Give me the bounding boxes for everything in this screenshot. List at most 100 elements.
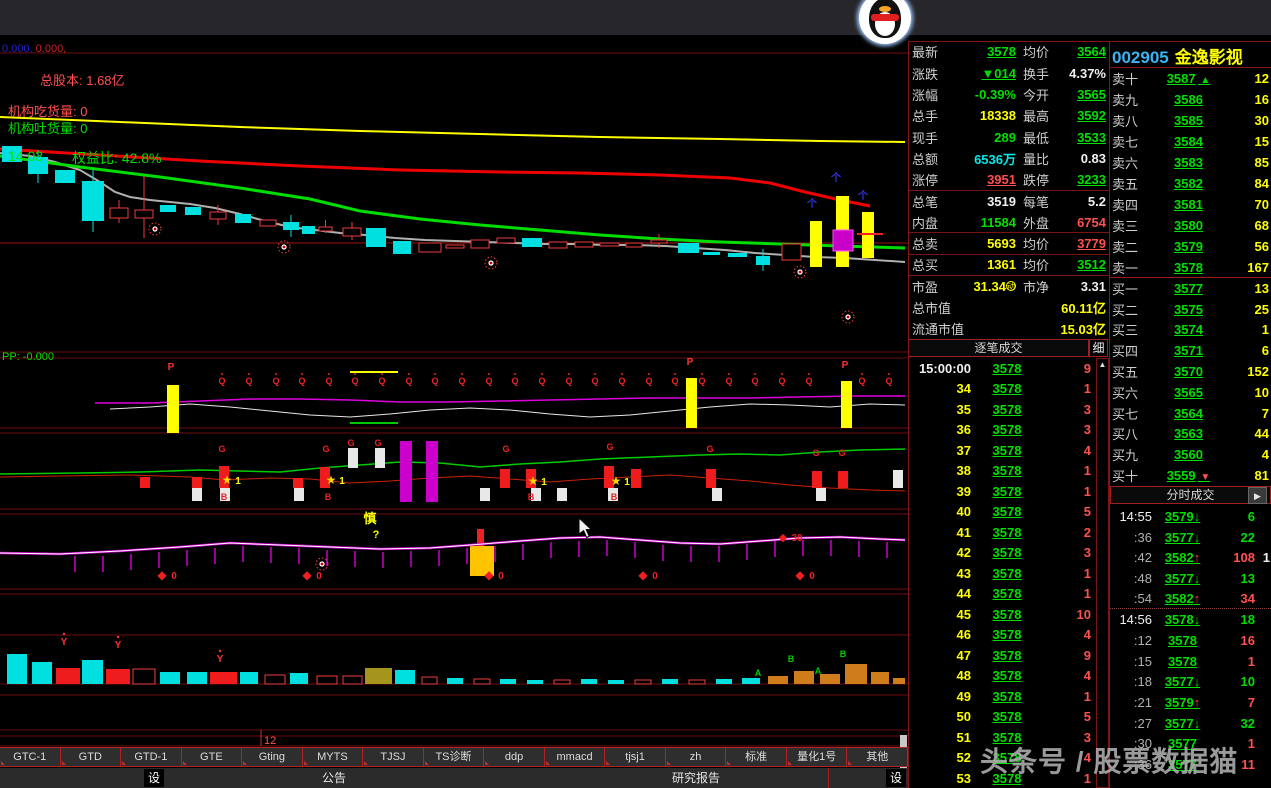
tick-row[interactable]: 39 3578 1 <box>909 481 1095 502</box>
svg-text:Q: Q <box>885 376 892 386</box>
main-chart[interactable]: YYYABAB个个个PPPQQQQQQQQQQQQQQQQQQQQQQQQQGG… <box>0 0 908 788</box>
tick-row[interactable]: 44 3578 1 <box>909 584 1095 605</box>
tab-TS诊断[interactable]: TS诊断 <box>422 747 485 767</box>
svg-text:Q: Q <box>378 376 385 386</box>
order-row[interactable]: 卖七 3584 15 <box>1112 131 1269 152</box>
timesales-row[interactable]: 14:55 3579↓ 6 <box>1110 506 1271 527</box>
tab-GTD[interactable]: GTD <box>59 747 122 767</box>
tab-GTE[interactable]: GTE <box>180 747 243 767</box>
order-row[interactable]: 卖四 3581 70 <box>1112 194 1269 215</box>
timesales-row[interactable]: :27 3577↓ 32 <box>1110 713 1271 734</box>
trading-app-window: YYYABAB个个个PPPQQQQQQQQQQQQQQQQQQQQQQQQQGG… <box>0 0 1271 788</box>
timesales-row[interactable]: :18 3577↓ 10 <box>1110 672 1271 693</box>
tick-row[interactable]: 46 3578 4 <box>909 625 1095 646</box>
tick-scrollbar[interactable]: ▲ <box>1096 358 1109 788</box>
svg-text:Q: Q <box>511 376 518 386</box>
tick-row[interactable]: 40 3578 5 <box>909 502 1095 523</box>
timesales-row[interactable]: :42 3582↑ 108 1 <box>1110 547 1271 568</box>
quote-row: 内盘 11584 外盘 6754 <box>909 212 1109 234</box>
order-row[interactable]: 买四 3571 6 <box>1112 340 1269 361</box>
svg-text:?: ? <box>373 529 380 541</box>
tick-row[interactable]: 42 3578 3 <box>909 543 1095 564</box>
order-row[interactable]: 卖六 3583 85 <box>1112 152 1269 173</box>
order-row[interactable]: 买七 3564 7 <box>1112 403 1269 424</box>
svg-text:G: G <box>347 438 354 448</box>
tick-row[interactable]: 47 3578 9 <box>909 645 1095 666</box>
timesales-row[interactable]: 14:56 3578↓ 18 <box>1110 609 1271 630</box>
tick-row[interactable]: 43 3578 1 <box>909 563 1095 584</box>
tab-zh[interactable]: zh <box>664 747 727 767</box>
quote-row: 总卖 5693 均价 3779 <box>909 233 1109 255</box>
order-row[interactable]: 买九 3560 4 <box>1112 444 1269 465</box>
order-row[interactable]: 买五 3570 152 <box>1112 361 1269 382</box>
order-row[interactable]: 买八 3563 44 <box>1112 424 1269 445</box>
svg-text:G: G <box>706 444 713 454</box>
tab-标准[interactable]: 标准 <box>725 747 787 767</box>
tick-detail-button[interactable]: 细 <box>1089 339 1108 357</box>
indicator-tabbar: GTC-1 GTD GTD-1 GTE Gting MYTS TJSJ TS诊断 ddp mmac… <box>0 747 908 767</box>
tab-MYTS[interactable]: MYTS <box>301 747 364 767</box>
order-row[interactable]: 卖五 3582 84 <box>1112 173 1269 194</box>
quote-row: 总笔 3519 每笔 5.2 <box>912 193 1106 210</box>
bottom-bar: 设 公告 研究报告 设 <box>0 768 908 788</box>
tick-row[interactable]: 37 3578 4 <box>909 440 1095 461</box>
tab-其他[interactable]: 其他 <box>846 747 908 767</box>
order-row[interactable]: 买三 3574 1 <box>1112 320 1269 341</box>
tab-GTD-1[interactable]: GTD-1 <box>120 747 182 767</box>
order-row[interactable]: 买一 3577 13 <box>1112 278 1269 299</box>
settings-button-right[interactable]: 设 <box>886 769 906 787</box>
svg-text:Q: Q <box>245 376 252 386</box>
tick-row[interactable]: 34 3578 1 <box>909 379 1095 400</box>
tick-row[interactable]: 36 3578 3 <box>909 420 1095 441</box>
tick-row[interactable]: 38 3578 1 <box>909 461 1095 482</box>
tab-tjsj1[interactable]: tjsj1 <box>604 747 666 767</box>
svg-text:0: 0 <box>171 571 177 582</box>
svg-text:◆: ◆ <box>484 568 494 582</box>
tick-row[interactable]: 48 3578 4 <box>909 666 1095 687</box>
timesales-row[interactable]: :54 3582↑ 34 <box>1110 589 1271 610</box>
tab-Gting[interactable]: Gting <box>241 747 303 767</box>
order-row[interactable]: 买十 3559 ▼ 81 <box>1112 465 1269 486</box>
svg-text:Q: Q <box>485 376 492 386</box>
tick-row[interactable]: 41 3578 2 <box>909 522 1095 543</box>
order-row[interactable]: 卖八 3585 30 <box>1112 110 1269 131</box>
timesales-row[interactable]: :48 3577↓ 13 <box>1110 568 1271 589</box>
svg-text:G: G <box>838 448 845 458</box>
svg-text:P: P <box>687 357 694 368</box>
mouse-cursor <box>578 517 593 539</box>
svg-text:◆: ◆ <box>157 568 167 582</box>
timesales-expand-button[interactable]: ▶ <box>1248 487 1267 504</box>
tick-row[interactable]: 35 3578 3 <box>909 399 1095 420</box>
timesales-row[interactable]: :21 3579↑ 7 <box>1110 692 1271 713</box>
tick-row[interactable]: 45 3578 10 <box>909 604 1095 625</box>
timesales-row[interactable]: :15 3578 1 <box>1110 651 1271 672</box>
svg-text:Q: Q <box>725 376 732 386</box>
tab-ddp[interactable]: ddp <box>483 747 545 767</box>
timesales-row[interactable]: :12 3578 16 <box>1110 630 1271 651</box>
quote-row: 涨停 3951 跌停 3233 <box>909 169 1109 191</box>
tick-row[interactable]: 50 3578 5 <box>909 707 1095 728</box>
order-row[interactable]: 卖一 3578 167 <box>1112 257 1269 278</box>
timesales-list: 14:55 3579↓ 6:36 3577↓ 22:42 3582↑ 108 1:48 3577… <box>1110 506 1271 775</box>
tab-GTC-1[interactable]: GTC-1 <box>0 747 61 767</box>
svg-text:30: 30 <box>791 533 803 544</box>
timesales-row[interactable]: :36 3577↓ 22 <box>1110 527 1271 548</box>
tab-TJSJ[interactable]: TJSJ <box>362 747 424 767</box>
tick-row[interactable]: 15:00:00 3578 9 <box>909 358 1095 379</box>
stock-code: 002905 <box>1112 48 1169 67</box>
quote-row: 市盈 31.34动 市净 3.31 <box>912 279 1106 296</box>
tab-mmacd[interactable]: mmacd <box>543 747 606 767</box>
order-row[interactable]: 卖九 3586 16 <box>1112 89 1269 110</box>
tab-量化1号[interactable]: 量化1号 <box>785 747 848 767</box>
announcement-tab[interactable]: 公告 <box>322 769 346 787</box>
order-row[interactable]: 卖二 3579 56 <box>1112 236 1269 257</box>
tick-row[interactable]: 49 3578 1 <box>909 686 1095 707</box>
watermark: 头条号 / 股票数据猫 <box>980 746 1239 777</box>
order-row[interactable]: 卖三 3580 68 <box>1112 215 1269 236</box>
settings-button-left[interactable]: 设 <box>144 769 164 787</box>
research-report-tab[interactable]: 研究报告 <box>672 769 720 787</box>
order-row[interactable]: 买六 3565 10 <box>1112 382 1269 403</box>
svg-text:0: 0 <box>498 571 504 582</box>
order-row[interactable]: 买二 3575 25 <box>1112 299 1269 320</box>
order-row[interactable]: 卖十 3587 ▲ 12 <box>1112 68 1269 89</box>
